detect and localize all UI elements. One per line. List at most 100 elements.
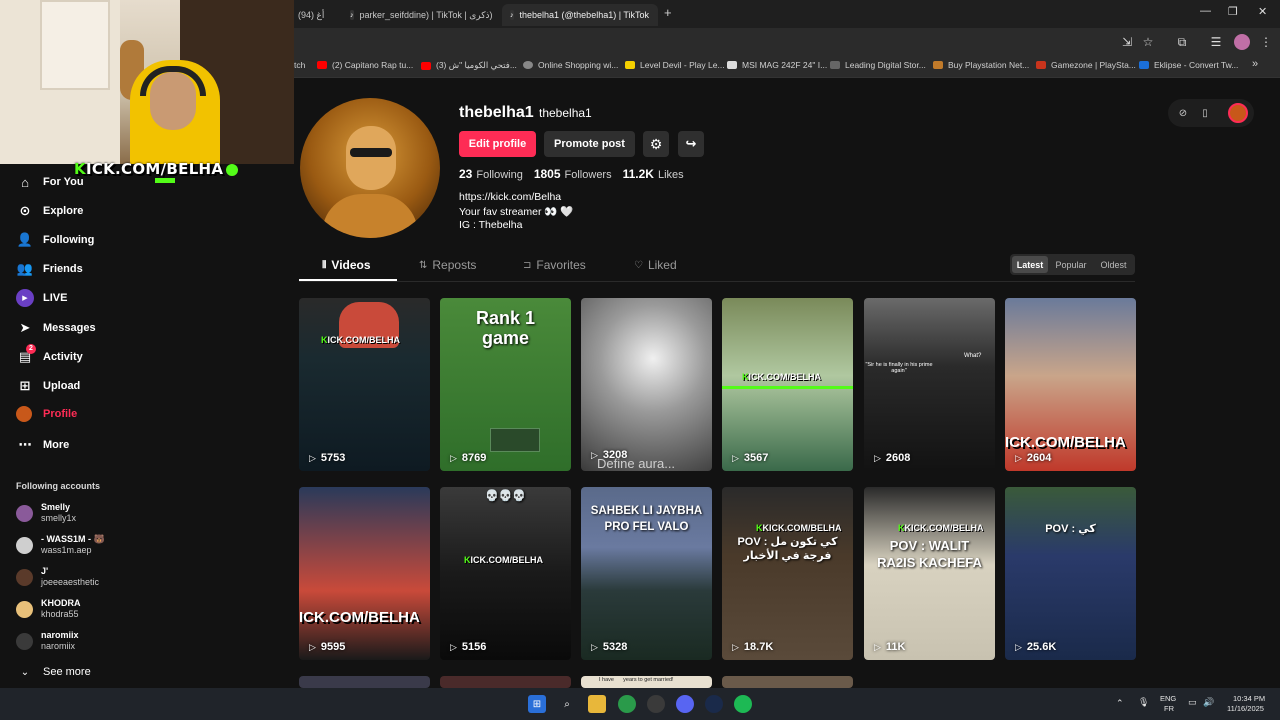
windows-start-icon[interactable]: ⊞ — [528, 695, 546, 713]
play-icon: ▷ — [591, 449, 598, 460]
restore-button[interactable]: ❐ — [1228, 5, 1238, 18]
browser-tab[interactable]: ♪ parker_seifddine) | TikTok | ذكرى) ✕ — [342, 4, 498, 26]
video-thumbnail[interactable]: ICK.COM/BELHA ▷ 2604 — [1005, 298, 1136, 471]
view-count: ▷ 2608 — [874, 452, 911, 464]
tab-liked[interactable]: ♡ Liked — [634, 258, 677, 272]
tab-favorites[interactable]: ⊐ Favorites — [523, 258, 586, 272]
nav-item-more[interactable]: ⋯ More — [16, 436, 70, 454]
following-account[interactable]: J' joeeeaesthetic — [16, 566, 99, 588]
tab-videos[interactable]: ⦀ Videos — [322, 258, 371, 272]
discord-icon[interactable] — [676, 695, 694, 713]
install-app-icon[interactable]: ⇲ — [1119, 34, 1135, 50]
browser-tab[interactable]: (94) أغ — [290, 4, 340, 26]
following-account[interactable]: - WASS1M - 🐻 wass1m.aep — [16, 534, 105, 556]
video-thumbnail[interactable]: Define aura... ▷ 3208 — [581, 298, 712, 471]
browser-menu-icon[interactable]: ⋮ — [1258, 34, 1274, 50]
video-thumbnail[interactable] — [299, 676, 430, 688]
close-window-button[interactable]: ✕ — [1258, 5, 1267, 18]
language-indicator[interactable]: ENG — [1160, 694, 1176, 703]
nav-item-friends[interactable]: 👥 Friends — [16, 260, 83, 278]
close-tab-icon[interactable]: ✕ — [657, 10, 658, 21]
chevron-down-icon: ⌄ — [20, 666, 30, 678]
media-icon[interactable]: ☰ — [1208, 34, 1224, 50]
kick-watermark: KICK.COM/BELHA — [742, 372, 821, 382]
user-avatar-icon[interactable] — [1234, 34, 1250, 50]
bio-link[interactable]: https://kick.com/Belha — [459, 191, 561, 203]
bookmarks-overflow-icon[interactable]: » — [1252, 58, 1258, 70]
view-count: ▷ 5156 — [450, 641, 487, 653]
settings-gear-icon[interactable]: ⚙ — [643, 131, 669, 157]
browser-tab-active[interactable]: ♪ thebelha1 (@thebelha1) | TikTok ✕ — [502, 4, 658, 26]
steam-icon[interactable] — [705, 695, 723, 713]
profile-avatar[interactable] — [300, 98, 440, 238]
video-thumbnail[interactable]: Rank 1 game ▷ 8769 — [440, 298, 571, 471]
new-tab-button[interactable]: + — [664, 5, 672, 20]
bookmark-star-icon[interactable]: ☆ — [1140, 34, 1156, 50]
file-explorer-icon[interactable] — [588, 695, 606, 713]
see-more-button[interactable]: ⌄ See more — [16, 663, 91, 681]
bookmark[interactable]: Leading Digital Stor... — [830, 60, 926, 70]
video-thumbnail[interactable]: KICK.COM/BELHA ▷ 5753 — [299, 298, 430, 471]
video-thumbnail[interactable]: KKICK.COM/BELHA POV : WALIT RA2IS KACHEF… — [864, 487, 995, 660]
video-thumbnail[interactable]: SAHBEK LI JAYBHA PRO FEL VALO ▷ 5328 — [581, 487, 712, 660]
following-account[interactable]: KHODRA khodra55 — [16, 598, 81, 620]
bookmark[interactable]: (3) فتحي الكوميا "ش... — [421, 60, 517, 71]
avatar — [16, 504, 33, 522]
sort-popular[interactable]: Popular — [1051, 256, 1091, 273]
following-stat[interactable]: 23 Following — [459, 167, 523, 181]
nav-item-activity[interactable]: ▤ 2 Activity — [16, 344, 83, 366]
bookmark[interactable]: MSI MAG 242F 24" I... — [727, 60, 827, 70]
compass-icon[interactable]: ⊘ — [1175, 105, 1191, 121]
followers-stat[interactable]: 1805 Followers — [534, 167, 612, 181]
bookmark[interactable]: tch — [294, 60, 305, 70]
nav-item-explore[interactable]: ⊙ Explore — [16, 202, 84, 220]
nav-item-live[interactable]: ▶ LIVE — [16, 289, 67, 307]
video-thumbnail[interactable]: I have years to get married! — [581, 676, 712, 688]
microphone-icon[interactable]: 🎙 — [1138, 697, 1149, 708]
extensions-icon[interactable]: ⧉ — [1174, 34, 1190, 50]
avatar — [16, 632, 33, 650]
video-thumbnail[interactable]: "Sir he is finally in his prime again" W… — [864, 298, 995, 471]
video-thumbnail[interactable]: KICK.COM/BELHA ▷ 3567 — [722, 298, 853, 471]
promote-post-button[interactable]: Promote post — [544, 131, 635, 157]
tab-reposts[interactable]: ⇅ Reposts — [419, 258, 476, 272]
spotify-icon[interactable] — [734, 695, 752, 713]
minimize-button[interactable]: — — [1200, 5, 1211, 17]
bookmark[interactable]: Level Devil - Play Le... — [625, 60, 725, 70]
share-icon[interactable]: ↪ — [678, 131, 704, 157]
search-icon[interactable]: ⌕ — [558, 695, 576, 713]
kick-watermark: ICK.COM/BELHA — [299, 609, 420, 626]
volume-icon[interactable]: 🔊 — [1203, 697, 1214, 708]
bookmark[interactable]: Buy Playstation Net... — [933, 60, 1029, 70]
nav-item-upload[interactable]: ⊞ Upload — [16, 377, 81, 395]
bookmark[interactable]: Eklipse - Convert Tw... — [1139, 60, 1238, 70]
sort-oldest[interactable]: Oldest — [1094, 256, 1133, 273]
following-account[interactable]: Smelly smelly1x — [16, 502, 76, 524]
chrome-icon[interactable] — [618, 695, 636, 713]
tray-chevron-icon[interactable]: ⌃ — [1116, 698, 1124, 709]
bookmark[interactable]: (2) Capitano Rap tu... — [317, 60, 413, 70]
display-icon[interactable]: ▭ — [1188, 697, 1197, 708]
video-thumbnail[interactable]: KKICK.COM/BELHA POV : كي تكون مل فرجة في… — [722, 487, 853, 660]
phone-icon[interactable]: ▯ — [1197, 105, 1213, 121]
video-thumbnail[interactable] — [722, 676, 853, 688]
clock-time[interactable]: 10:34 PM — [1233, 694, 1265, 703]
sort-latest[interactable]: Latest — [1012, 256, 1048, 273]
obs-icon[interactable] — [647, 695, 665, 713]
profile-stats: 23 Following 1805 Followers 11.2K Likes — [459, 167, 695, 181]
nav-item-messages[interactable]: ➤ Messages — [16, 319, 96, 337]
video-thumbnail[interactable]: 💀💀💀 KICK.COM/BELHA ▷ 5156 — [440, 487, 571, 660]
edit-profile-button[interactable]: Edit profile — [459, 131, 536, 157]
video-thumbnail[interactable] — [440, 676, 571, 688]
bookmark[interactable]: Gamezone | PlaySta... — [1036, 60, 1136, 70]
nav-item-profile[interactable]: Profile — [16, 406, 77, 422]
bookmark[interactable]: Online Shopping wi... — [523, 60, 618, 70]
activity-badge: 2 — [26, 344, 36, 354]
video-thumbnail[interactable]: ICK.COM/BELHA ▷ 9595 — [299, 487, 430, 660]
video-thumbnail[interactable]: POV : كي ▷ 25.6K — [1005, 487, 1136, 660]
following-account[interactable]: naromiix naromiix — [16, 630, 79, 652]
play-icon: ▷ — [450, 452, 457, 463]
nav-item-following[interactable]: 👤 Following — [16, 231, 94, 249]
avatar — [16, 536, 33, 554]
account-avatar[interactable] — [1228, 103, 1248, 123]
